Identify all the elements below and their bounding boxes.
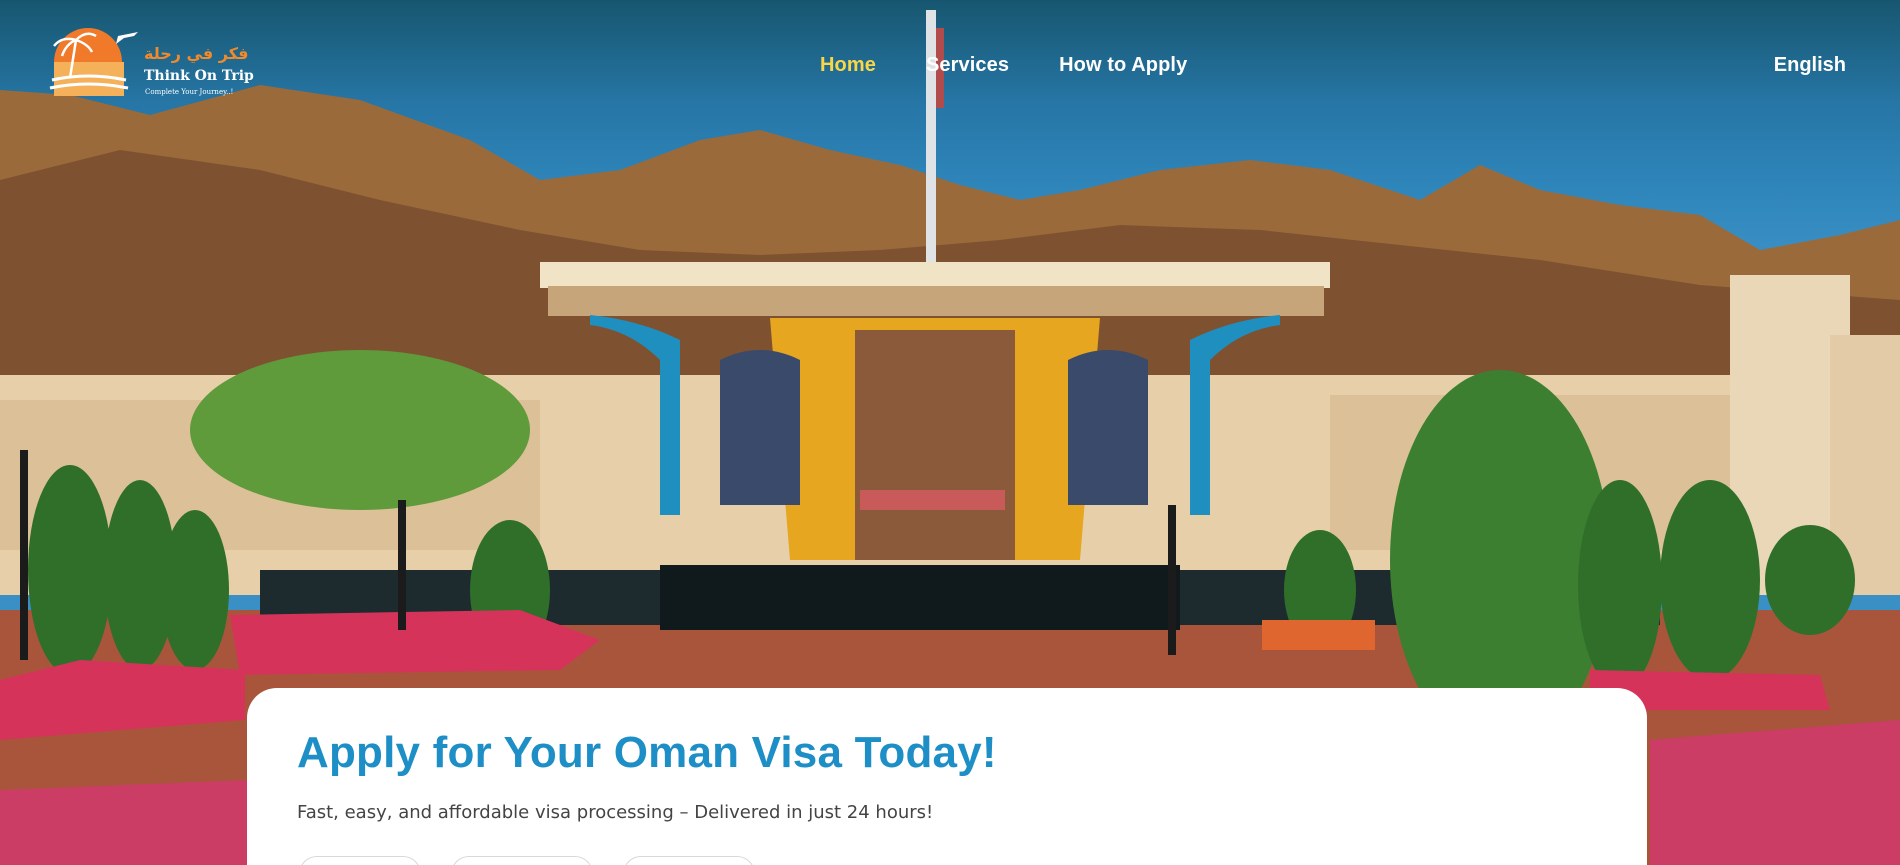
visa-option-chips	[299, 856, 755, 865]
main-nav: Home Services How to Apply	[820, 54, 1187, 77]
nav-how-to-apply-link[interactable]: How to Apply	[1059, 54, 1187, 77]
visa-intro-card: Apply for Your Oman Visa Today! Fast, ea…	[247, 688, 1647, 865]
site-header: فكر في رحلة Think On Trip Complete Your …	[0, 0, 1900, 130]
visa-option-chip[interactable]	[451, 856, 593, 865]
hero-title: Apply for Your Oman Visa Today!	[297, 728, 997, 777]
brand-arabic-name: فكر في رحلة	[144, 44, 249, 63]
hero-subtitle: Fast, easy, and affordable visa processi…	[297, 802, 934, 823]
language-selector[interactable]: English	[1774, 54, 1846, 77]
brand-name: Think On Trip	[144, 68, 254, 84]
hero-section: فكر في رحلة Think On Trip Complete Your …	[0, 0, 1900, 865]
visa-option-chip[interactable]	[299, 856, 421, 865]
brand-logo[interactable]: فكر في رحلة Think On Trip Complete Your …	[44, 22, 254, 106]
brand-tagline: Complete Your Journey..!	[145, 88, 234, 96]
sunset-palm-logo-icon	[49, 28, 138, 96]
nav-home-link[interactable]: Home	[820, 54, 876, 77]
nav-services-link[interactable]: Services	[926, 54, 1009, 77]
visa-option-chip[interactable]	[623, 856, 755, 865]
